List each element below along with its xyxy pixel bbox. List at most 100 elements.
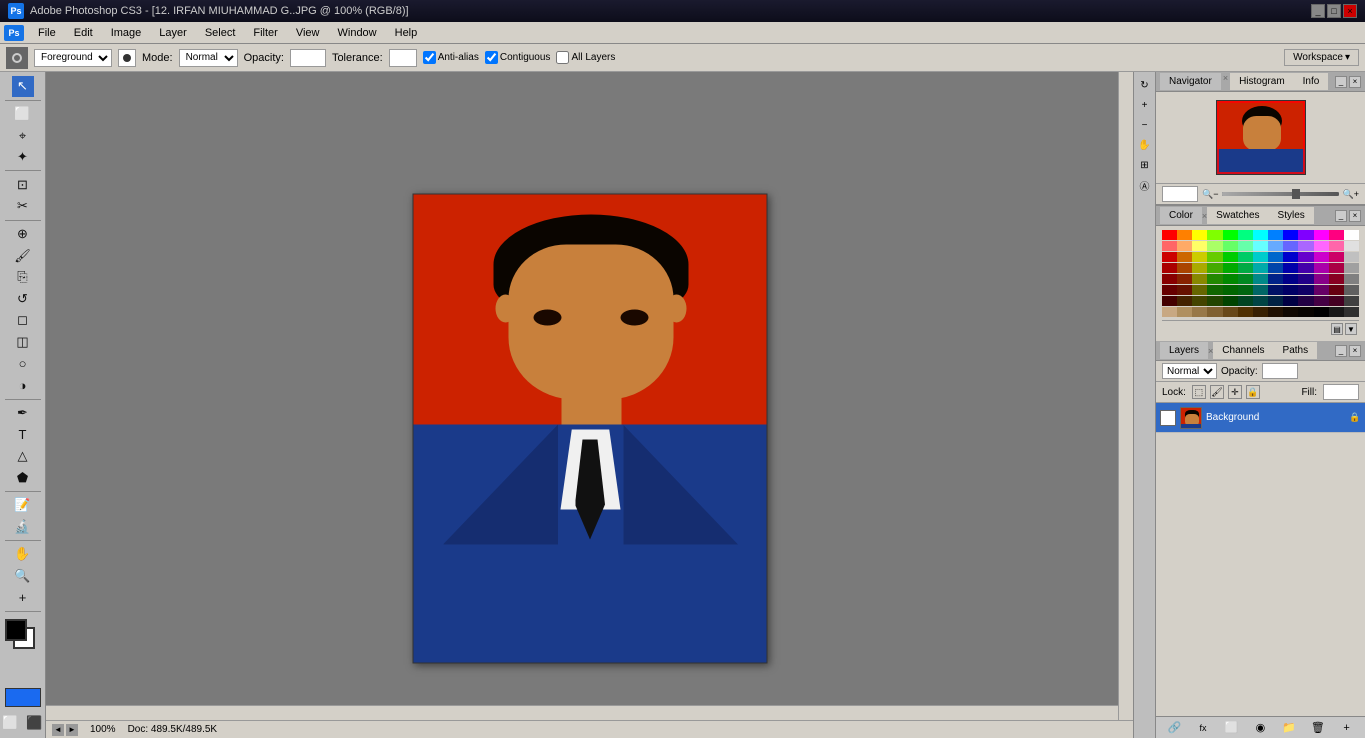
swatch-cell[interactable]: [1283, 263, 1298, 273]
lasso-tool[interactable]: ⌖: [12, 125, 34, 146]
tab-paths[interactable]: Paths: [1274, 342, 1318, 359]
swatch-cell[interactable]: [1268, 296, 1283, 306]
swatch-cell[interactable]: [1238, 230, 1253, 240]
swatch-cell[interactable]: [1238, 296, 1253, 306]
layer-fill-input[interactable]: 100%: [1323, 384, 1359, 400]
close-button[interactable]: ×: [1343, 4, 1357, 18]
clone-tool[interactable]: ⎘: [12, 267, 34, 288]
swatch-cell[interactable]: [1238, 252, 1253, 262]
swatch-cell[interactable]: [1298, 296, 1313, 306]
screen-mode-full[interactable]: ⬛: [24, 712, 46, 734]
swatch-cell[interactable]: [1283, 285, 1298, 295]
dodge-tool[interactable]: ◑: [12, 375, 34, 396]
zoom-out-small[interactable]: 🔍−: [1202, 189, 1218, 200]
tab-info[interactable]: Info: [1294, 73, 1329, 90]
swatch-cell[interactable]: [1298, 252, 1313, 262]
new-group-button[interactable]: 📁: [1280, 720, 1298, 736]
swatch-cell[interactable]: [1314, 230, 1329, 240]
swatch-cell[interactable]: [1344, 252, 1359, 262]
swatch-cell[interactable]: [1192, 263, 1207, 273]
tab-styles[interactable]: Styles: [1269, 207, 1314, 224]
swatch-cell[interactable]: [1207, 274, 1222, 284]
swatch-cell[interactable]: [1177, 274, 1192, 284]
swatch-cell[interactable]: [1344, 296, 1359, 306]
mode-select[interactable]: Normal: [179, 49, 238, 67]
swatch-cell[interactable]: [1223, 274, 1238, 284]
swatch-cell[interactable]: [1177, 296, 1192, 306]
swatch-cell[interactable]: [1329, 285, 1344, 295]
link-layers-button[interactable]: 🔗: [1165, 720, 1183, 736]
quick-mask-button[interactable]: [5, 688, 41, 707]
menu-view[interactable]: View: [288, 25, 328, 41]
nav-left-button[interactable]: ◄: [52, 724, 64, 736]
maximize-button[interactable]: □: [1327, 4, 1341, 18]
horizontal-scrollbar[interactable]: [46, 705, 1118, 720]
blur-tool[interactable]: ○: [12, 353, 34, 374]
swatch-cell[interactable]: [1223, 241, 1238, 251]
move-tool[interactable]: ↖: [12, 76, 34, 97]
tab-channels[interactable]: Channels: [1213, 342, 1273, 359]
swatch-cell[interactable]: [1238, 285, 1253, 295]
swatch-cell[interactable]: [1344, 241, 1359, 251]
swatch-cell[interactable]: [1162, 274, 1177, 284]
menu-select[interactable]: Select: [197, 25, 244, 41]
window-controls[interactable]: _ □ ×: [1311, 4, 1357, 18]
contiguous-label[interactable]: Contiguous: [485, 51, 551, 64]
swatch-cell[interactable]: [1268, 230, 1283, 240]
swatch-cell[interactable]: [1314, 274, 1329, 284]
add-style-button[interactable]: fx: [1194, 720, 1212, 736]
minimize-button[interactable]: _: [1311, 4, 1325, 18]
swatch-cell[interactable]: [1207, 241, 1222, 251]
hand-tool[interactable]: ✋: [12, 544, 34, 565]
swatch-cell[interactable]: [1207, 252, 1222, 262]
swatch-cell[interactable]: [1253, 307, 1268, 317]
zoom-slider-thumb[interactable]: [1292, 189, 1300, 199]
swatch-cell[interactable]: [1192, 230, 1207, 240]
swatch-cell[interactable]: [1162, 241, 1177, 251]
swatch-cell[interactable]: [1298, 241, 1313, 251]
arrange-icon[interactable]: ⊞: [1136, 156, 1154, 174]
extra-tool[interactable]: +: [12, 587, 34, 608]
all-layers-checkbox[interactable]: [556, 51, 569, 64]
swatch-cell[interactable]: [1162, 296, 1177, 306]
swatch-cell[interactable]: [1177, 241, 1192, 251]
collapse-navigator[interactable]: _: [1335, 76, 1347, 88]
nav-arrows[interactable]: ◄ ►: [52, 724, 78, 736]
rotate-view-icon[interactable]: ↻: [1136, 76, 1154, 94]
nav-right-button[interactable]: ►: [66, 724, 78, 736]
swatch-cell[interactable]: [1207, 285, 1222, 295]
swatch-cell[interactable]: [1314, 241, 1329, 251]
swatch-cell[interactable]: [1253, 274, 1268, 284]
foreground-color-swatch[interactable]: [5, 619, 27, 641]
marquee-tool[interactable]: ⬜: [12, 104, 34, 125]
swatch-cell[interactable]: [1207, 263, 1222, 273]
color-to-swatches[interactable]: ▤: [1331, 323, 1343, 335]
swatch-cell[interactable]: [1192, 307, 1207, 317]
swatch-cell[interactable]: [1314, 263, 1329, 273]
menu-layer[interactable]: Layer: [151, 25, 195, 41]
swatch-cell[interactable]: [1253, 296, 1268, 306]
tab-swatches[interactable]: Swatches: [1207, 207, 1268, 224]
eraser-tool[interactable]: ◻: [12, 310, 34, 331]
swatch-cell[interactable]: [1162, 252, 1177, 262]
menu-window[interactable]: Window: [330, 25, 385, 41]
swatch-cell[interactable]: [1283, 230, 1298, 240]
swatch-cell[interactable]: [1177, 252, 1192, 262]
swatch-cell[interactable]: [1283, 252, 1298, 262]
menu-file[interactable]: File: [30, 25, 64, 41]
crop-tool[interactable]: ⊡: [12, 174, 34, 195]
swatch-cell[interactable]: [1253, 263, 1268, 273]
shape-tool[interactable]: ⬟: [12, 467, 34, 488]
tab-layers[interactable]: Layers: [1160, 342, 1208, 359]
zoom-slider[interactable]: [1222, 192, 1338, 196]
collapse-layers[interactable]: _: [1335, 345, 1347, 357]
swatch-cell[interactable]: [1162, 307, 1177, 317]
close-navigator[interactable]: ×: [1349, 76, 1361, 88]
collapse-color[interactable]: _: [1335, 210, 1347, 222]
swatch-cell[interactable]: [1283, 307, 1298, 317]
zoom-in-small[interactable]: 🔍+: [1343, 189, 1359, 200]
add-adjustment-button[interactable]: ◉: [1251, 720, 1269, 736]
lock-position-button[interactable]: ✛: [1228, 385, 1242, 399]
delete-layer-button[interactable]: 🗑: [1309, 720, 1327, 736]
swatch-cell[interactable]: [1223, 296, 1238, 306]
